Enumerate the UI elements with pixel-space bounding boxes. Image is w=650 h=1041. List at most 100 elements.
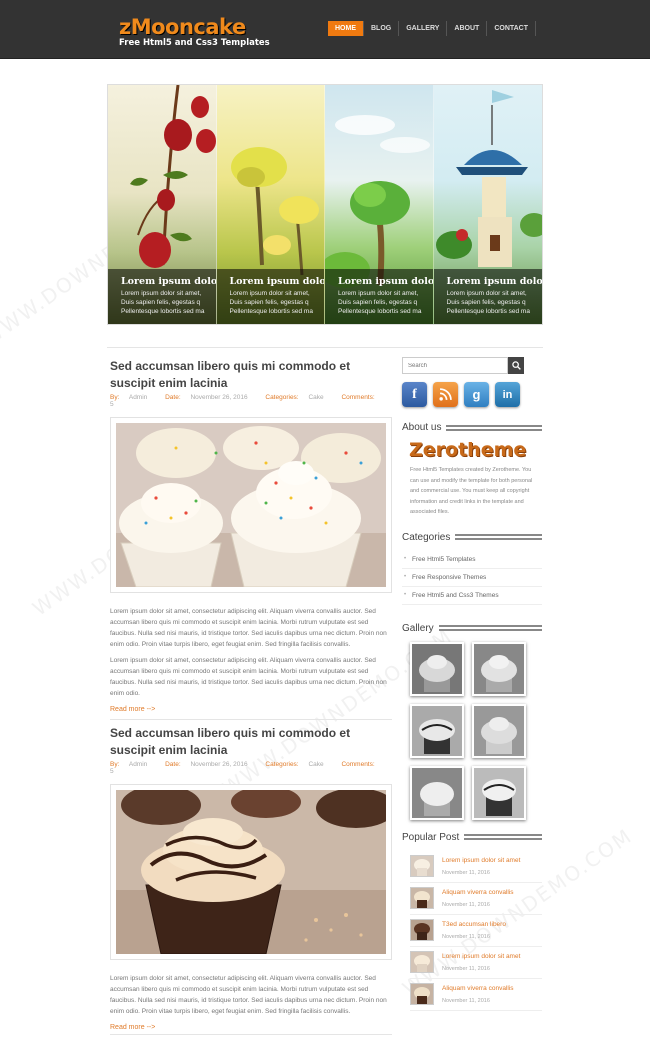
slide-caption: Lorem ipsum dolor s Lorem ipsum dolor si… [325, 269, 433, 324]
widget-heading: About us [402, 422, 442, 433]
slider-panel[interactable]: Lorem ipsum dolor s Lorem ipsum dolor si… [108, 85, 217, 324]
popular-post[interactable]: Lorem ipsum dolor sit amet November 11, 2… [410, 851, 542, 883]
widget-heading: Gallery [402, 622, 434, 634]
zerotheme-logo: Zerotheme [409, 439, 527, 461]
linkedin-icon[interactable]: in [495, 382, 520, 407]
popular-post[interactable]: T3ed accumsan libero November 11, 2016 [410, 915, 542, 947]
blog-post: Sed accumsan libero quis mi commodo et s… [110, 725, 392, 1031]
gallery-thumb[interactable] [472, 765, 526, 820]
widget-heading: Categories [402, 531, 451, 543]
divider [110, 719, 392, 720]
gallery-thumb[interactable] [472, 641, 526, 696]
popular-post-thumb [410, 919, 434, 941]
post-excerpt: Lorem ipsum dolor sit amet, consectetur … [110, 608, 387, 648]
nav-blog[interactable]: BLOG [364, 21, 400, 36]
search-form [402, 357, 542, 374]
slide-text: Lorem ipsum dolor sit amet, [338, 290, 419, 297]
cupcakes-photo [116, 423, 386, 587]
popular-post-date: November 11, 2016 [442, 933, 490, 940]
popular-widget-title: Popular Post [402, 832, 542, 843]
post-title[interactable]: Sed accumsan libero quis mi commodo et s… [110, 725, 392, 759]
nav-gallery[interactable]: GALLERY [399, 21, 448, 36]
nav-contact[interactable]: CONTACT [487, 21, 537, 36]
post-author[interactable]: Admin [129, 761, 147, 768]
post-excerpt: Lorem ipsum dolor sit amet, consectetur … [110, 975, 387, 1015]
social-links: f g in [402, 382, 542, 407]
popular-post-list: Lorem ipsum dolor sit amet November 11, 2… [402, 851, 542, 1011]
category-item[interactable]: Free Responsive Themes [402, 569, 542, 587]
google-icon[interactable]: g [464, 382, 489, 407]
popular-post-date: November 11, 2016 [442, 997, 490, 1004]
rss-icon[interactable] [433, 382, 458, 407]
slide-caption: Lorem ipsum dolor s Lorem ipsum dolor si… [216, 269, 325, 324]
popular-post-title: Lorem ipsum dolor sit amet [442, 856, 521, 864]
gallery-thumb[interactable] [410, 641, 464, 696]
popular-post-thumb [410, 855, 434, 877]
post-date: November 26, 2016 [190, 761, 248, 768]
post-image[interactable] [110, 417, 392, 593]
facebook-icon[interactable]: f [402, 382, 427, 407]
post-date: November 26, 2016 [190, 394, 248, 401]
post-category[interactable]: Cake [308, 394, 323, 401]
search-icon [511, 361, 521, 370]
slider-panel[interactable]: Lorem ipsum dolor s Lorem ipsum dolor si… [325, 85, 434, 324]
read-more-link[interactable]: Read more --> [110, 706, 392, 713]
site-logo[interactable]: zMooncake Free Html5 and Css3 Templates [119, 15, 270, 49]
divider [110, 1034, 392, 1035]
gallery-thumb[interactable] [472, 703, 526, 758]
popular-post-title: Aliquam viverra convallis [442, 984, 514, 992]
search-input[interactable] [402, 357, 508, 374]
popular-post-thumb [410, 887, 434, 909]
meta-label: Categories: [265, 394, 299, 401]
popular-post[interactable]: Aliquam viverra convallis November 11, 20… [410, 979, 542, 1011]
popular-post[interactable]: Lorem ipsum dolor sit amet November 11, 2… [410, 947, 542, 979]
popular-post-title: Aliquam viverra convallis [442, 888, 514, 896]
popular-post-title: Lorem ipsum dolor sit amet [442, 952, 521, 960]
slide-caption: Lorem ipsum dolor s Lorem ipsum dolor si… [433, 269, 543, 324]
post-author[interactable]: Admin [129, 394, 147, 401]
slider-panel[interactable]: Lorem ipsum dolor s Lorem ipsum dolor si… [433, 85, 543, 324]
popular-post-date: November 11, 2016 [442, 869, 490, 876]
slide-title: Lorem ipsum dolor s [338, 276, 433, 287]
slide-title: Lorem ipsum dolor s [121, 276, 216, 287]
meta-label: By: [110, 761, 120, 768]
read-more-link[interactable]: Read more --> [110, 1024, 392, 1031]
post-title[interactable]: Sed accumsan libero quis mi commodo et s… [110, 358, 392, 392]
post-meta: By: Admin Date: November 26, 2016 Catego… [110, 394, 392, 408]
chocolate-cupcake-photo [116, 790, 386, 954]
popular-post-thumb [410, 951, 434, 973]
logo-subtitle: Free Html5 and Css3 Templates [119, 38, 270, 48]
categories-widget-title: Categories [402, 532, 542, 543]
gallery-thumb[interactable] [410, 765, 464, 820]
about-widget-title: About us [402, 422, 542, 433]
nav-home[interactable]: HOME [328, 21, 364, 36]
slide-title: Lorem ipsum dolor s [229, 276, 325, 287]
post-category[interactable]: Cake [308, 761, 323, 768]
meta-label: Categories: [265, 761, 299, 768]
category-item[interactable]: Free Html5 Templates [402, 551, 542, 569]
post-image[interactable] [110, 784, 392, 960]
slide-text: Pellentesque lobortis sed ma [446, 308, 530, 315]
gallery-thumb[interactable] [410, 703, 464, 758]
post-comments[interactable]: 5 [110, 401, 114, 408]
gallery-widget-title: Gallery [402, 623, 542, 634]
popular-post-title: T3ed accumsan libero [442, 920, 506, 928]
slide-text: Duis sapien felis, egestas q [229, 299, 309, 306]
nav-about[interactable]: ABOUT [447, 21, 488, 36]
search-button[interactable] [508, 357, 524, 374]
popular-post-thumb [410, 983, 434, 1005]
slider-panel[interactable]: Lorem ipsum dolor s Lorem ipsum dolor si… [216, 85, 325, 324]
popular-post-date: November 11, 2016 [442, 901, 490, 908]
popular-post[interactable]: Aliquam viverra convallis November 11, 20… [410, 883, 542, 915]
slide-title: Lorem ipsum dolor s [446, 276, 543, 287]
slide-text: Pellentesque lobortis sed ma [229, 308, 313, 315]
widget-heading: Popular Post [402, 831, 460, 843]
gallery-grid [402, 641, 542, 820]
blog-post: Sed accumsan libero quis mi commodo et s… [110, 358, 392, 713]
category-item[interactable]: Free Html5 and Css3 Themes [402, 587, 542, 605]
logo-title: zMooncake [119, 15, 246, 39]
post-comments[interactable]: 5 [110, 768, 114, 775]
slide-caption: Lorem ipsum dolor s Lorem ipsum dolor si… [108, 269, 216, 324]
divider [107, 347, 543, 348]
meta-label: Date: [165, 761, 181, 768]
